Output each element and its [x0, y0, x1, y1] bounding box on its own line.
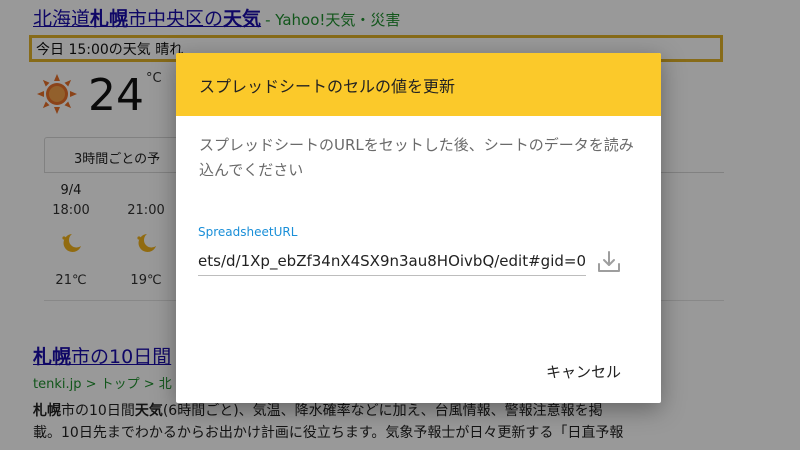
spreadsheet-url-label: SpreadsheetURL [198, 225, 298, 239]
dialog-title: スプレッドシートのセルの値を更新 [199, 77, 456, 96]
dialog-description: スプレッドシートのURLをセットした後、シートのデータを読み込んでください [199, 136, 634, 179]
load-download-icon[interactable] [594, 247, 624, 277]
dialog-header: スプレッドシートのセルの値を更新 [176, 53, 661, 116]
update-cell-dialog: スプレッドシートのセルの値を更新 スプレッドシートのURLをセットした後、シート… [176, 53, 661, 403]
cancel-button[interactable]: キャンセル [538, 355, 629, 388]
spreadsheet-url-input[interactable] [198, 246, 586, 276]
